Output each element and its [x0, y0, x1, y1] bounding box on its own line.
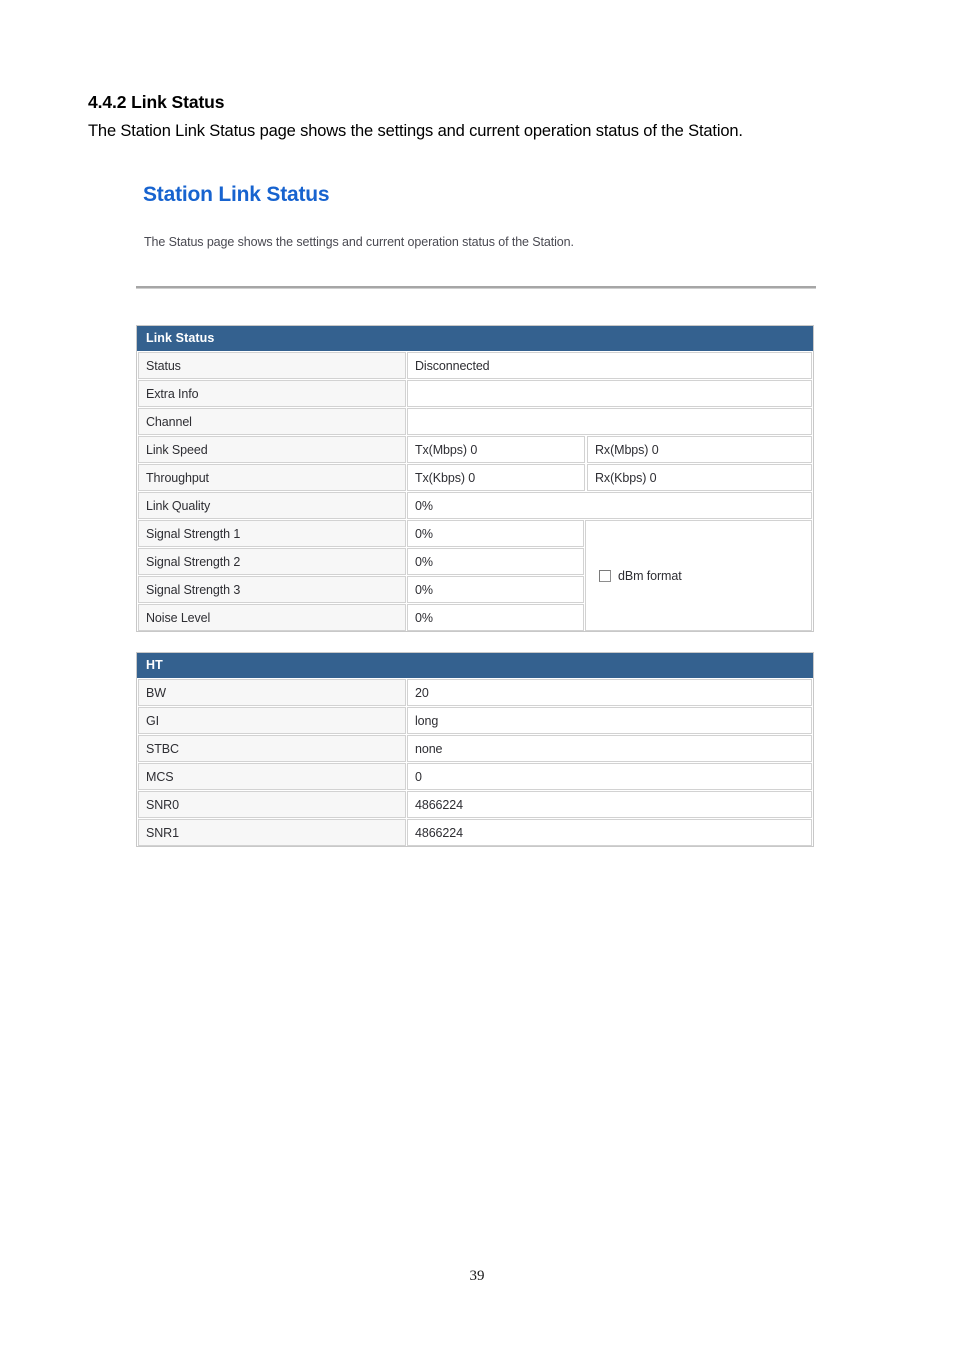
horizontal-divider	[136, 286, 816, 289]
table-row: Link Quality 0%	[137, 491, 813, 519]
row-label: STBC	[138, 735, 406, 762]
table-row: MCS 0	[137, 762, 813, 790]
row-value: 20	[407, 679, 812, 706]
page-description: The Station Link Status page shows the s…	[88, 122, 743, 140]
ht-table: HT BW 20 GI long STBC none MCS 0 SNR0 48…	[136, 652, 814, 847]
row-label: MCS	[138, 763, 406, 790]
row-label: Signal Strength 3	[138, 576, 406, 603]
row-label: BW	[138, 679, 406, 706]
table-row: SNR0 4866224	[137, 790, 813, 818]
row-value: 0	[407, 763, 812, 790]
row-label: Throughput	[138, 464, 406, 491]
table-row: Status Disconnected	[137, 351, 813, 379]
row-value	[407, 380, 812, 407]
table-row: STBC none	[137, 734, 813, 762]
table-row: BW 20	[137, 678, 813, 706]
link-status-table-header: Link Status	[137, 326, 813, 351]
row-label: Extra Info	[138, 380, 406, 407]
ht-rows: BW 20 GI long STBC none MCS 0 SNR0 48662…	[137, 678, 813, 846]
row-value: 0%	[407, 576, 584, 603]
row-label: Signal Strength 2	[138, 548, 406, 575]
row-value: 4866224	[407, 819, 812, 846]
dbm-format-cell: dBm format	[585, 520, 812, 631]
row-value: 4866224	[407, 791, 812, 818]
signal-strength-rows: Signal Strength 1 0% Signal Strength 2 0…	[137, 519, 584, 631]
table-row: Signal Strength 2 0%	[137, 547, 584, 575]
row-label: SNR1	[138, 819, 406, 846]
row-value	[407, 408, 812, 435]
table-row: Channel	[137, 407, 813, 435]
row-label: Status	[138, 352, 406, 379]
row-label: Signal Strength 1	[138, 520, 406, 547]
table-row: Extra Info	[137, 379, 813, 407]
row-value-rx: Rx(Mbps) 0	[587, 436, 812, 463]
row-value: 0%	[407, 548, 584, 575]
ht-table-header: HT	[137, 653, 813, 678]
row-value-tx: Tx(Mbps) 0	[407, 436, 585, 463]
row-value-rx: Rx(Kbps) 0	[587, 464, 812, 491]
row-value: 0%	[407, 492, 812, 519]
link-status-table: Link Status Status Disconnected Extra In…	[136, 325, 814, 632]
table-row: Link Speed Tx(Mbps) 0 Rx(Mbps) 0	[137, 435, 813, 463]
signal-strength-block: Signal Strength 1 0% Signal Strength 2 0…	[137, 519, 813, 631]
dbm-format-checkbox[interactable]	[599, 569, 611, 582]
row-label: Channel	[138, 408, 406, 435]
row-label: Link Quality	[138, 492, 406, 519]
row-value-tx: Tx(Kbps) 0	[407, 464, 585, 491]
page-number: 39	[469, 1268, 485, 1284]
table-row: Throughput Tx(Kbps) 0 Rx(Kbps) 0	[137, 463, 813, 491]
row-value: Disconnected	[407, 352, 812, 379]
station-link-status-title: Station Link Status	[143, 183, 330, 206]
row-label: Link Speed	[138, 436, 406, 463]
embedded-ui-screenshot: Station Link Status The Status page show…	[136, 175, 826, 875]
link-status-rows: Status Disconnected Extra Info Channel L…	[137, 351, 813, 631]
row-value: 0%	[407, 604, 584, 631]
page-title: 4.4.2 Link Status	[88, 92, 225, 112]
station-link-status-description: The Status page shows the settings and c…	[144, 235, 574, 249]
row-value: long	[407, 707, 812, 734]
dbm-format-label: dBm format	[618, 568, 682, 583]
row-label: Noise Level	[138, 604, 406, 631]
table-row: GI long	[137, 706, 813, 734]
table-row: Signal Strength 3 0%	[137, 575, 584, 603]
row-label: SNR0	[138, 791, 406, 818]
row-value: 0%	[407, 520, 584, 547]
table-row: Signal Strength 1 0%	[137, 519, 584, 547]
table-row: Noise Level 0%	[137, 603, 584, 631]
row-label: GI	[138, 707, 406, 734]
row-value: none	[407, 735, 812, 762]
dbm-format-control[interactable]: dBm format	[599, 569, 682, 583]
table-row: SNR1 4866224	[137, 818, 813, 846]
